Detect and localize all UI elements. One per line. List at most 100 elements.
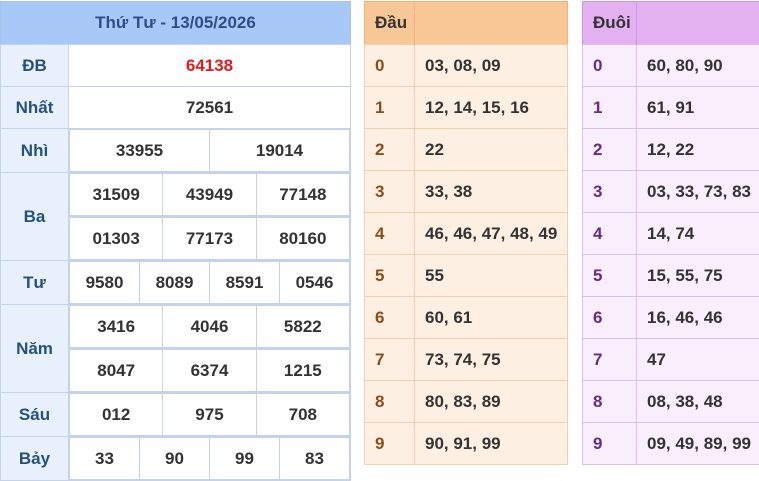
dau-digit: 1 [365,87,415,129]
results-date-header: Thứ Tư - 13/05/2026 [1,2,351,45]
prize-value: 708 [256,394,349,436]
dau-row: 990, 91, 99 [365,423,568,465]
prize-values-cell: 33 90 99 83 [69,437,351,481]
prize-values-group: 01303 77173 80160 [69,217,350,260]
prize-row-db: ĐB 64138 [1,45,351,87]
duoi-values: 03, 33, 73, 83 [637,171,759,213]
dau-values: 90, 91, 99 [415,423,568,465]
prize-label-tu: Tư [1,261,69,305]
dau-row: 880, 83, 89 [365,381,568,423]
results-header-row: Thứ Tư - 13/05/2026 [1,2,351,45]
prize-label-db: ĐB [1,45,69,87]
prize-row-tu: Tư 9580 8089 8591 0546 [1,261,351,305]
dau-row: 222 [365,129,568,171]
prize-label-sau: Sáu [1,393,69,437]
prize-row-nhat: Nhất 72561 [1,87,351,129]
prize-value: 5822 [256,306,349,348]
prize-value: 01303 [70,218,163,260]
duoi-values: 16, 46, 46 [637,297,759,339]
duoi-header: Đuôi [583,2,637,45]
prize-value: 83 [280,438,350,480]
prize-values-group: 33955 19014 [69,129,350,172]
prize-values-group: 012 975 708 [69,393,350,436]
duoi-header-blank [637,2,759,45]
prize-row-ba: Ba 31509 43949 77148 [1,173,351,217]
dau-header-blank [415,2,568,45]
duoi-values: 14, 74 [637,213,759,255]
dau-header: Đầu [365,2,415,45]
dau-values: 80, 83, 89 [415,381,568,423]
dau-values: 12, 14, 15, 16 [415,87,568,129]
duoi-digit: 8 [583,381,637,423]
prize-label-nhat: Nhất [1,87,69,129]
prize-value: 77148 [256,174,349,216]
dau-row: 333, 38 [365,171,568,213]
prize-value: 6374 [163,350,256,392]
prize-value: 9580 [70,262,140,304]
prize-values-cell: 012 975 708 [69,393,351,437]
prize-value: 8591 [210,262,280,304]
prize-value: 33955 [70,130,210,172]
prize-value: 19014 [210,130,350,172]
prize-value: 3416 [70,306,163,348]
duoi-digit: 0 [583,45,637,87]
duoi-row: 747 [583,339,759,381]
duoi-row: 414, 74 [583,213,759,255]
prize-value: 43949 [163,174,256,216]
duoi-digit: 6 [583,297,637,339]
duoi-digit: 2 [583,129,637,171]
prize-label-ba: Ba [1,173,69,261]
prize-value: 1215 [256,350,349,392]
prize-values-cell: 9580 8089 8591 0546 [69,261,351,305]
dau-digit: 3 [365,171,415,213]
dau-digit: 8 [365,381,415,423]
duoi-row: 808, 38, 48 [583,381,759,423]
dau-digit: 2 [365,129,415,171]
prize-value: 90 [140,438,210,480]
duoi-values: 61, 91 [637,87,759,129]
duoi-digit: 1 [583,87,637,129]
duoi-digit: 4 [583,213,637,255]
prize-values-group: 3416 4046 5822 [69,305,350,348]
prize-value: 99 [210,438,280,480]
duoi-row: 515, 55, 75 [583,255,759,297]
duoi-values: 12, 22 [637,129,759,171]
prize-value: 975 [163,394,256,436]
prize-values-cell: 31509 43949 77148 [69,173,351,217]
dau-header-row: Đầu [365,2,568,45]
dau-row: 660, 61 [365,297,568,339]
prize-value: 77173 [163,218,256,260]
duoi-row: 161, 91 [583,87,759,129]
dau-row: 446, 46, 47, 48, 49 [365,213,568,255]
duoi-row: 909, 49, 89, 99 [583,423,759,465]
duoi-row: 060, 80, 90 [583,45,759,87]
dau-values: 73, 74, 75 [415,339,568,381]
prize-value: 0546 [280,262,350,304]
dau-digit: 7 [365,339,415,381]
dau-values: 46, 46, 47, 48, 49 [415,213,568,255]
dau-digit: 0 [365,45,415,87]
dau-values: 33, 38 [415,171,568,213]
dau-values: 03, 08, 09 [415,45,568,87]
prize-values-cell: 01303 77173 80160 [69,217,351,261]
prize-value: 8089 [140,262,210,304]
dau-row: 555 [365,255,568,297]
prize-value: 33 [70,438,140,480]
prize-values-cell: 3416 4046 5822 [69,305,351,349]
dau-values: 55 [415,255,568,297]
prize-row-sau: Sáu 012 975 708 [1,393,351,437]
dau-table: Đầu 003, 08, 09 112, 14, 15, 16 222 333,… [364,1,568,465]
special-prize-value: 64138 [69,45,351,87]
prize-values-group: 31509 43949 77148 [69,173,350,216]
prize-values-cell: 33955 19014 [69,129,351,173]
duoi-values: 09, 49, 89, 99 [637,423,759,465]
duoi-values: 47 [637,339,759,381]
duoi-values: 08, 38, 48 [637,381,759,423]
dau-digit: 6 [365,297,415,339]
duoi-header-row: Đuôi [583,2,759,45]
prize-value: 72561 [69,87,351,129]
prize-row-nam: Năm 3416 4046 5822 [1,305,351,349]
prize-values-group: 8047 6374 1215 [69,349,350,392]
prize-value: 31509 [70,174,163,216]
dau-digit: 5 [365,255,415,297]
